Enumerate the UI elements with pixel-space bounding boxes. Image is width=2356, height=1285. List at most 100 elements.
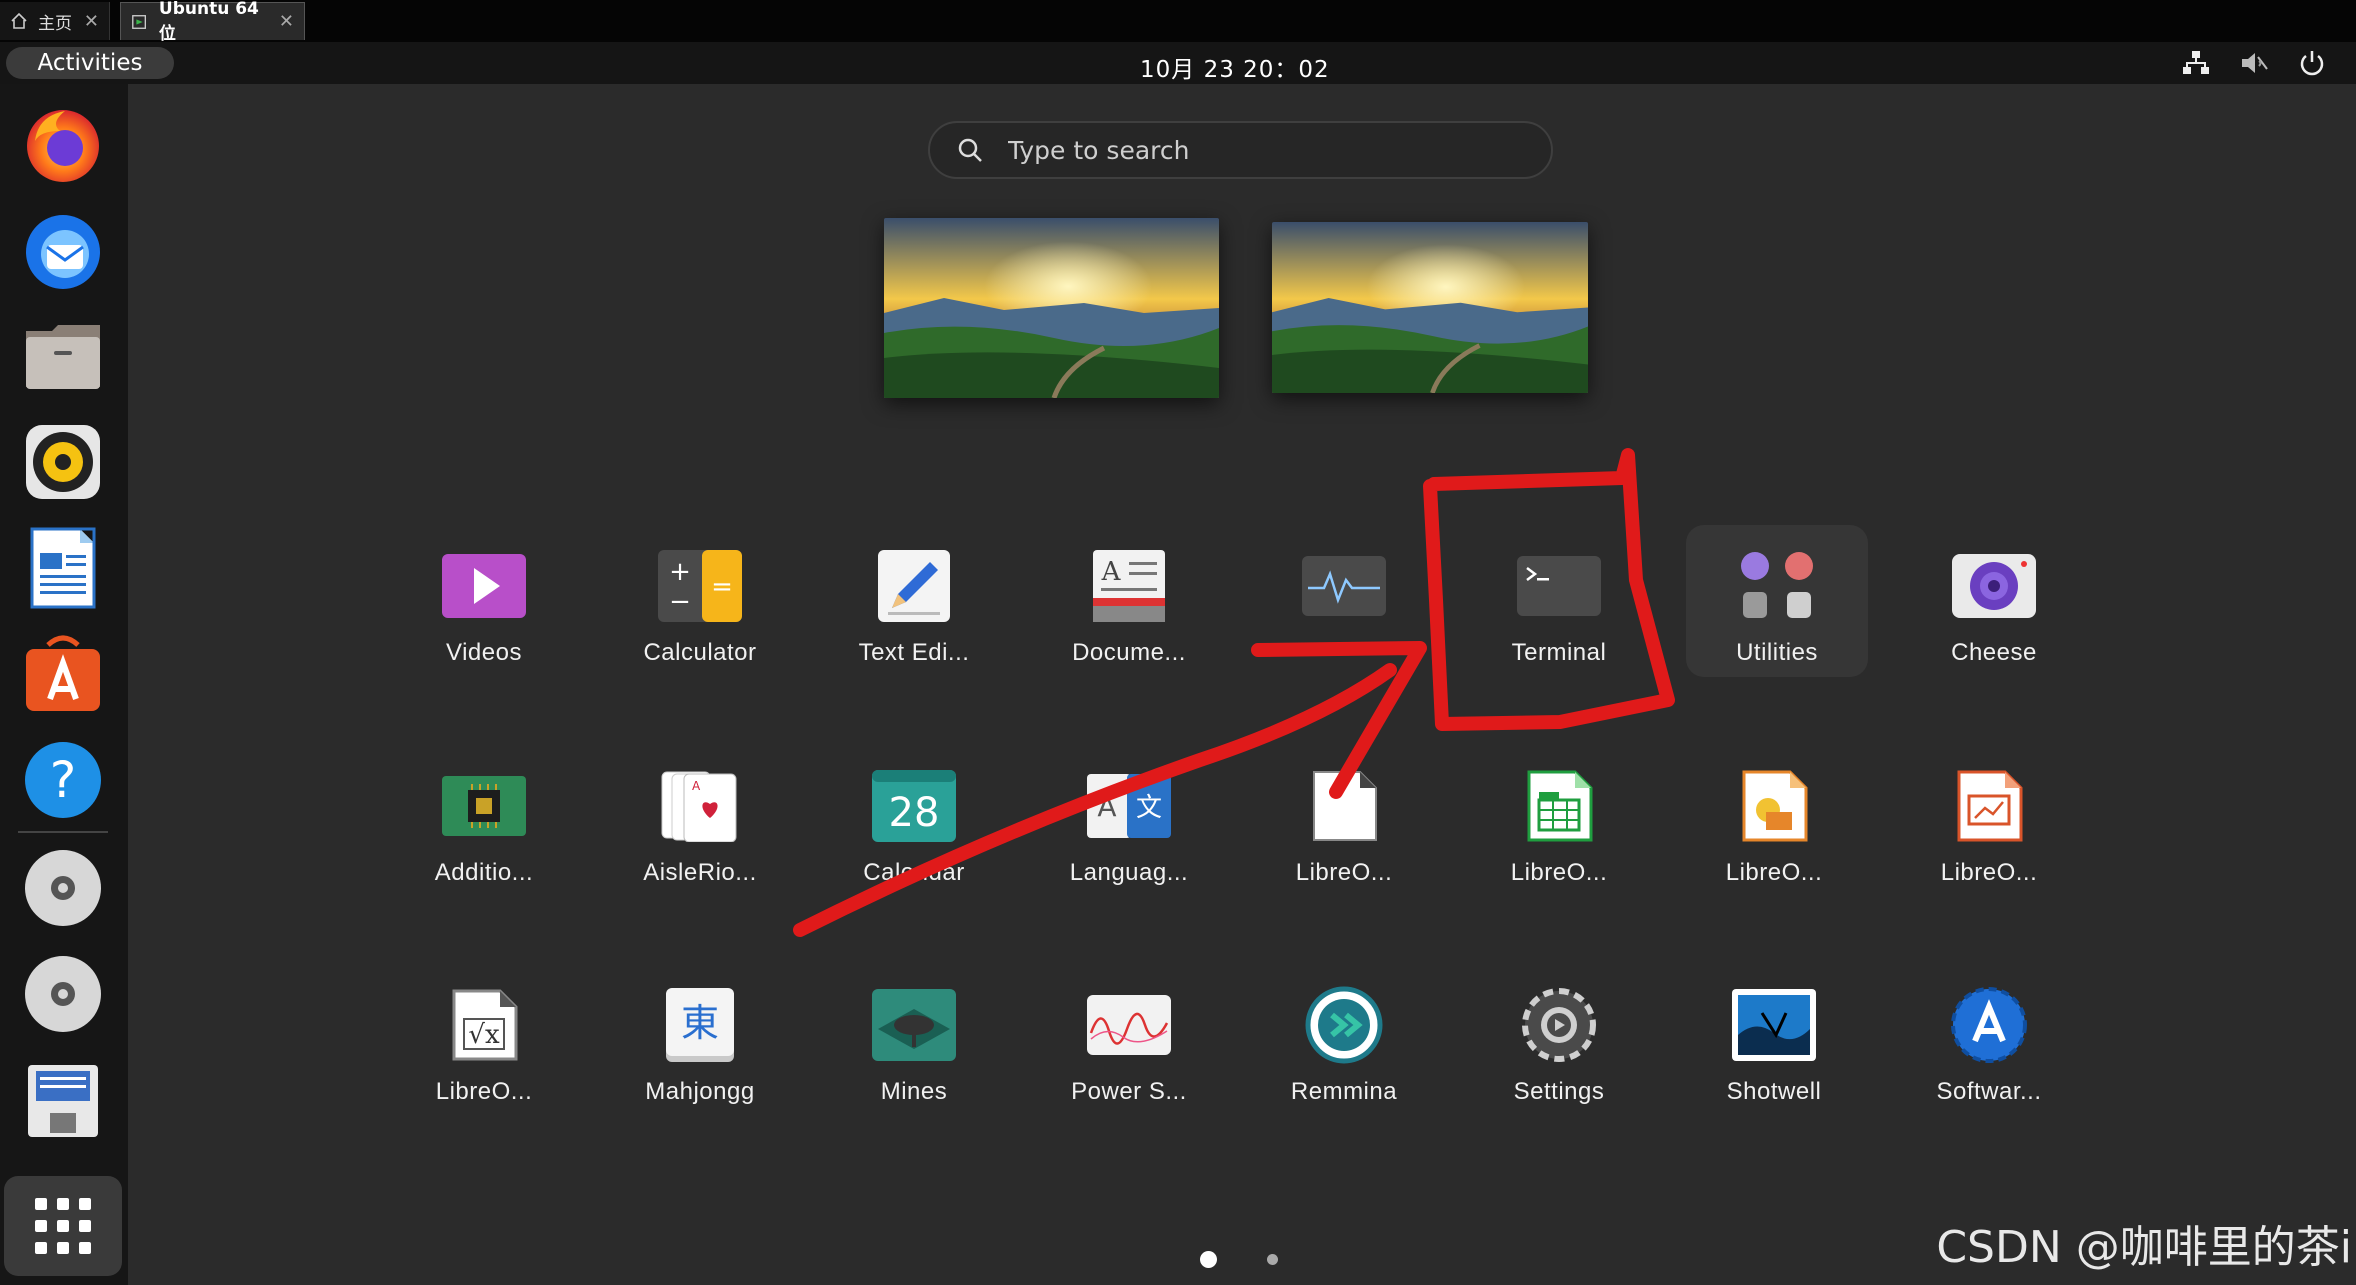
vm-tab-ubuntu[interactable]: Ubuntu 64 位 ✕	[120, 0, 305, 44]
dock-cd-drive[interactable]	[17, 842, 109, 934]
volume-muted-icon[interactable]	[2238, 47, 2270, 79]
app-libreoffice-impress[interactable]: LibreO...	[1894, 753, 2084, 903]
svg-text:文: 文	[1136, 793, 1162, 823]
app-calculator[interactable]: + − = Calculator	[605, 533, 795, 683]
app-calendar[interactable]: 28 Calendar	[819, 753, 1009, 903]
app-shotwell[interactable]: Shotwell	[1679, 972, 1869, 1122]
network-icon[interactable]	[2180, 47, 2212, 79]
app-libreoffice[interactable]: LibreO...	[1249, 753, 1439, 903]
app-system-monitor[interactable]	[1249, 533, 1439, 683]
app-aisleriot[interactable]: A AisleRio...	[605, 753, 795, 903]
calendar-icon: 28	[872, 770, 956, 842]
show-apps-button[interactable]	[4, 1176, 122, 1276]
app-label: LibreO...	[1940, 859, 2038, 886]
app-libreoffice-calc[interactable]: LibreO...	[1464, 753, 1654, 903]
svg-text:√x: √x	[468, 1020, 500, 1050]
app-mines[interactable]: Mines	[819, 972, 1009, 1122]
language-support-icon: A文	[1087, 774, 1171, 838]
mahjongg-icon: 東	[666, 988, 734, 1062]
top-bar: Activities 10月 23 20：02	[0, 42, 2356, 84]
dock-thunderbird[interactable]	[17, 204, 109, 296]
app-text-editor[interactable]: Text Edi...	[819, 533, 1009, 683]
app-label: Power S...	[1071, 1078, 1187, 1105]
svg-text:−: −	[669, 587, 691, 617]
app-libreoffice-math[interactable]: √x LibreO...	[389, 972, 579, 1122]
page-dot[interactable]	[1267, 1254, 1278, 1265]
libreoffice-math-icon: √x	[452, 989, 518, 1061]
document-viewer-icon: A	[1093, 550, 1165, 622]
libreoffice-calc-icon	[1527, 770, 1593, 842]
app-utilities-folder[interactable]: Utilities	[1686, 525, 1868, 677]
system-tray[interactable]	[2180, 47, 2328, 79]
activities-button[interactable]: Activities	[6, 47, 174, 79]
libreoffice-writer-icon	[30, 527, 96, 609]
dock-floppy[interactable]	[17, 1054, 109, 1146]
search-box[interactable]	[928, 121, 1553, 179]
thunderbird-icon	[26, 215, 100, 289]
calculator-icon: +− =	[658, 550, 742, 622]
vm-icon	[132, 14, 146, 29]
app-label: Softwar...	[1936, 1078, 2042, 1105]
home-icon	[11, 12, 27, 29]
app-cheese[interactable]: Cheese	[1899, 533, 2089, 683]
dock-app-center[interactable]	[17, 628, 109, 720]
app-document-viewer[interactable]: A Docume...	[1034, 533, 1224, 683]
dock-files[interactable]	[17, 310, 109, 402]
dock-firefox[interactable]	[17, 98, 109, 190]
app-libreoffice-draw[interactable]: LibreO...	[1679, 753, 1869, 903]
aisleriot-icon: A	[661, 771, 737, 842]
svg-text:A: A	[1097, 790, 1116, 823]
app-power-statistics[interactable]: Power S...	[1034, 972, 1224, 1122]
shotwell-icon	[1732, 989, 1816, 1061]
dock-help[interactable]: ?	[17, 734, 109, 826]
cd-drive-icon	[25, 850, 101, 926]
dock-separator	[18, 831, 108, 833]
page-dot-active[interactable]	[1200, 1251, 1217, 1268]
app-mahjongg[interactable]: 東 Mahjongg	[605, 972, 795, 1122]
rhythmbox-icon	[26, 425, 100, 499]
wallpaper-thumbnail	[1272, 222, 1588, 393]
app-language-support[interactable]: A文 Languag...	[1034, 753, 1224, 903]
app-software[interactable]: Softwar...	[1894, 972, 2084, 1122]
svg-text:=: =	[711, 572, 733, 602]
text-editor-icon	[878, 550, 950, 622]
app-label: Calculator	[643, 639, 757, 666]
svg-text:A: A	[692, 779, 701, 793]
libreoffice-icon	[1313, 771, 1377, 841]
app-label: AisleRio...	[643, 859, 757, 886]
libreoffice-impress-icon	[1957, 770, 2023, 842]
utilities-folder-icon	[1741, 552, 1813, 618]
app-label: LibreO...	[1510, 859, 1608, 886]
vm-tab-strip: 主页 ✕ Ubuntu 64 位 ✕	[0, 0, 2356, 44]
app-terminal[interactable]: Terminal	[1464, 533, 1654, 683]
power-statistics-icon	[1087, 995, 1171, 1055]
app-settings[interactable]: Settings	[1464, 972, 1654, 1122]
app-additional-drivers[interactable]: Additio...	[389, 753, 579, 903]
app-label: Remmina	[1290, 1078, 1398, 1105]
app-remmina[interactable]: Remmina	[1249, 972, 1439, 1122]
app-videos[interactable]: Videos	[389, 533, 579, 683]
settings-icon	[1522, 988, 1596, 1062]
clock[interactable]: 10月 23 20：02	[1140, 50, 1330, 84]
workspace-thumbnail-1[interactable]	[884, 218, 1219, 398]
app-center-icon	[26, 635, 100, 711]
firefox-icon	[27, 110, 99, 182]
dock-rhythmbox[interactable]	[17, 416, 109, 508]
dock-writer[interactable]	[17, 522, 109, 614]
mines-icon	[872, 989, 956, 1061]
vm-tab-home[interactable]: 主页 ✕	[0, 2, 110, 40]
close-icon[interactable]: ✕	[279, 11, 294, 32]
app-label: Mines	[880, 1078, 948, 1105]
app-label: Settings	[1513, 1078, 1605, 1105]
app-label: Cheese	[1951, 639, 2037, 666]
close-icon[interactable]: ✕	[84, 11, 99, 32]
wallpaper-thumbnail	[884, 218, 1219, 398]
search-input[interactable]	[1006, 134, 1490, 166]
power-icon[interactable]	[2296, 47, 2328, 79]
workspace-thumbnail-2[interactable]	[1272, 222, 1588, 393]
app-label: Videos	[446, 639, 522, 666]
software-icon	[1951, 987, 2027, 1063]
files-icon	[26, 325, 100, 389]
watermark: CSDN @咖啡里的茶i	[1936, 1222, 2352, 1273]
dock-cd-drive-2[interactable]	[17, 948, 109, 1040]
